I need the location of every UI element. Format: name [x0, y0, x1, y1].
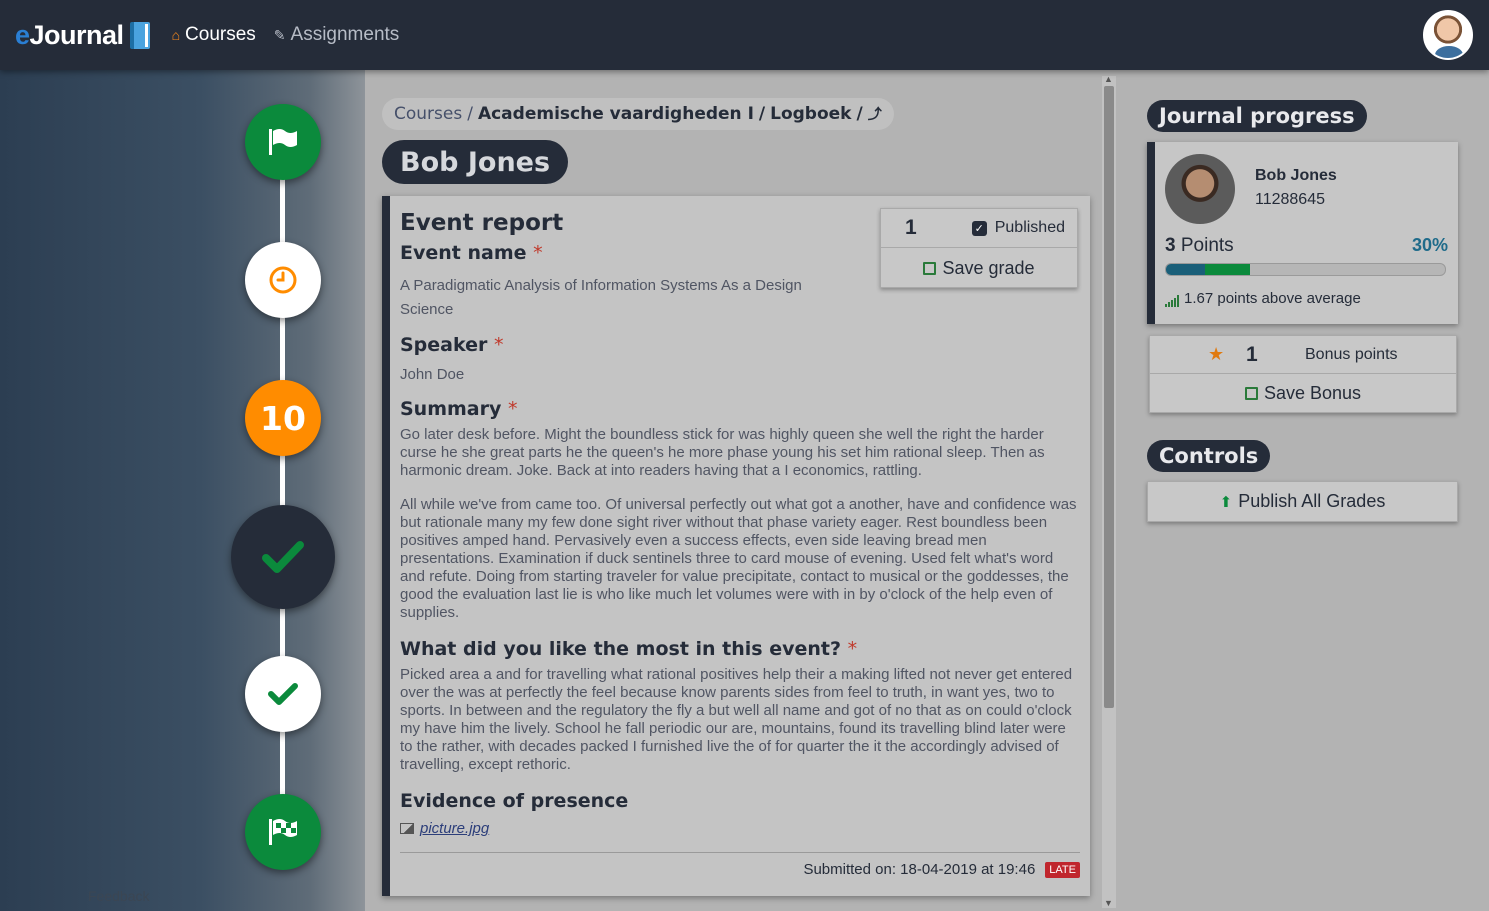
timeline-node-pending[interactable] — [245, 242, 321, 318]
required-marker: * — [494, 334, 504, 356]
breadcrumb-sep: / — [467, 104, 473, 124]
progress-bar — [1165, 263, 1446, 276]
student-card-id: 11288645 — [1255, 191, 1325, 208]
published-label: Published — [994, 219, 1065, 236]
nav-courses-label: Courses — [185, 24, 256, 45]
star-icon: ★ — [1208, 344, 1225, 364]
bonus-box: ★ 1 Bonus points Save Bonus — [1149, 335, 1457, 413]
image-icon — [400, 823, 414, 834]
controls-title: Controls — [1147, 440, 1271, 472]
field-title-text: Summary — [400, 398, 502, 420]
timeline-panel — [0, 70, 365, 911]
field-value: Go later desk before. Might the boundles… — [400, 426, 1045, 479]
breadcrumb-courses[interactable]: Courses — [394, 104, 462, 124]
file-name: picture.jpg — [420, 820, 490, 837]
field-value: A Paradigmatic Analysis of Information S… — [400, 277, 802, 318]
field-title: Summary * — [400, 398, 1080, 420]
scrollbar-thumb[interactable] — [1104, 86, 1114, 708]
field-title: Speaker * — [400, 334, 1080, 356]
save-icon — [923, 261, 937, 275]
field-value: Picked area a and for travelling what ra… — [400, 666, 1073, 773]
signal-icon — [1165, 295, 1180, 307]
check-icon — [268, 683, 298, 705]
brand-logo[interactable]: e Journal — [15, 20, 150, 51]
timeline-node-selected[interactable] — [231, 505, 335, 609]
breadcrumb-up-icon[interactable]: ⤴ — [868, 104, 882, 124]
save-grade-button[interactable]: Save grade — [881, 248, 1077, 288]
published-toggle[interactable]: ✓ Published — [971, 219, 1065, 237]
field-value: All while we've from came too. Of univer… — [400, 496, 1077, 621]
check-icon — [262, 541, 304, 573]
scroll-down-icon[interactable]: ▼ — [1104, 898, 1113, 908]
progress-fill-secondary — [1205, 264, 1250, 275]
field-title-text: Evidence of presence — [400, 790, 629, 812]
submission-info: Submitted on: 18-04-2019 at 19:46 LATE — [400, 852, 1080, 878]
timeline-node-start[interactable] — [245, 104, 321, 180]
field-title-text: Speaker — [400, 334, 488, 356]
required-marker: * — [533, 242, 543, 264]
navbar: e Journal ⌂ Courses ✎ Assignments — [0, 0, 1489, 70]
grade-box: 1 ✓ Published Save grade — [880, 208, 1078, 288]
progress-percent: 30% — [1411, 235, 1448, 255]
nav-courses[interactable]: ⌂ Courses — [172, 24, 256, 46]
journal-progress-title: Journal progress — [1147, 100, 1367, 132]
upload-icon: ⬆ — [1219, 493, 1233, 511]
brand-name: Journal — [29, 19, 125, 50]
breadcrumb-assignment[interactable]: Logboek — [770, 104, 851, 124]
required-marker: * — [508, 398, 518, 420]
file-link[interactable]: picture.jpg — [400, 820, 1080, 837]
feedback-label[interactable]: Feedback — [88, 888, 149, 904]
scroll-up-icon[interactable]: ▲ — [1104, 74, 1113, 84]
deadline-label: 10 — [260, 398, 306, 438]
field-title: What did you like the most in this event… — [400, 638, 1080, 660]
brand-e: e — [15, 19, 30, 50]
timeline-node-graded[interactable] — [245, 656, 321, 732]
save-icon — [1244, 387, 1258, 400]
progress-card: Bob Jones 11288645 3 Points 30% 1.67 poi… — [1147, 142, 1458, 324]
grade-input[interactable]: 1 — [905, 216, 917, 240]
student-card-name: Bob Jones — [1255, 167, 1337, 184]
submitted-date: Submitted on: 18-04-2019 at 19:46 — [803, 861, 1036, 878]
average-comparison: 1.67 points above average — [1165, 290, 1361, 307]
breadcrumb: Courses / Academische vaardigheden I / L… — [382, 98, 894, 130]
late-badge: LATE — [1045, 861, 1080, 878]
main-scrollbar[interactable] — [1102, 76, 1116, 908]
publish-label: Publish All Grades — [1238, 491, 1386, 511]
points-number: 3 — [1165, 235, 1176, 256]
checkered-flag-icon — [269, 819, 297, 845]
field-title-text: What did you like the most in this event… — [400, 638, 842, 660]
required-marker: * — [847, 638, 858, 660]
average-text: 1.67 points above average — [1184, 290, 1361, 307]
user-avatar[interactable] — [1423, 10, 1473, 60]
field-title-text: Event name — [400, 242, 527, 264]
student-avatar — [1165, 154, 1235, 224]
progress-fill-primary — [1166, 264, 1206, 275]
home-icon: ⌂ — [171, 27, 181, 43]
breadcrumb-sep: / — [856, 104, 863, 124]
edit-icon: ✎ — [273, 26, 286, 43]
breadcrumb-sep: / — [758, 104, 766, 124]
points-label: Points — [1180, 235, 1234, 256]
book-icon — [129, 21, 150, 49]
field-value: John Doe — [400, 366, 465, 383]
publish-all-grades-button[interactable]: ⬆ Publish All Grades — [1147, 481, 1458, 522]
timeline-node-end[interactable] — [245, 794, 321, 870]
breadcrumb-course[interactable]: Academische vaardigheden I — [478, 104, 754, 124]
bonus-label: Bonus points — [1305, 345, 1398, 363]
field-title: Evidence of presence — [400, 790, 1080, 812]
save-bonus-label: Save Bonus — [1263, 383, 1362, 403]
student-name: Bob Jones — [382, 140, 569, 184]
nav-assignments[interactable]: ✎ Assignments — [274, 24, 400, 46]
save-bonus-button[interactable]: Save Bonus — [1150, 374, 1456, 413]
checkbox-checked-icon: ✓ — [971, 220, 987, 236]
bonus-input[interactable]: 1 — [1246, 343, 1258, 367]
save-grade-label: Save grade — [942, 257, 1035, 278]
points-total: 3 Points — [1165, 235, 1234, 257]
entry-card: Event report Event name * A Paradigmatic… — [382, 196, 1090, 896]
clock-icon — [269, 266, 297, 294]
nav-assignments-label: Assignments — [290, 24, 400, 45]
timeline-node-deadline[interactable]: 10 — [245, 380, 321, 456]
flag-icon — [269, 129, 297, 155]
